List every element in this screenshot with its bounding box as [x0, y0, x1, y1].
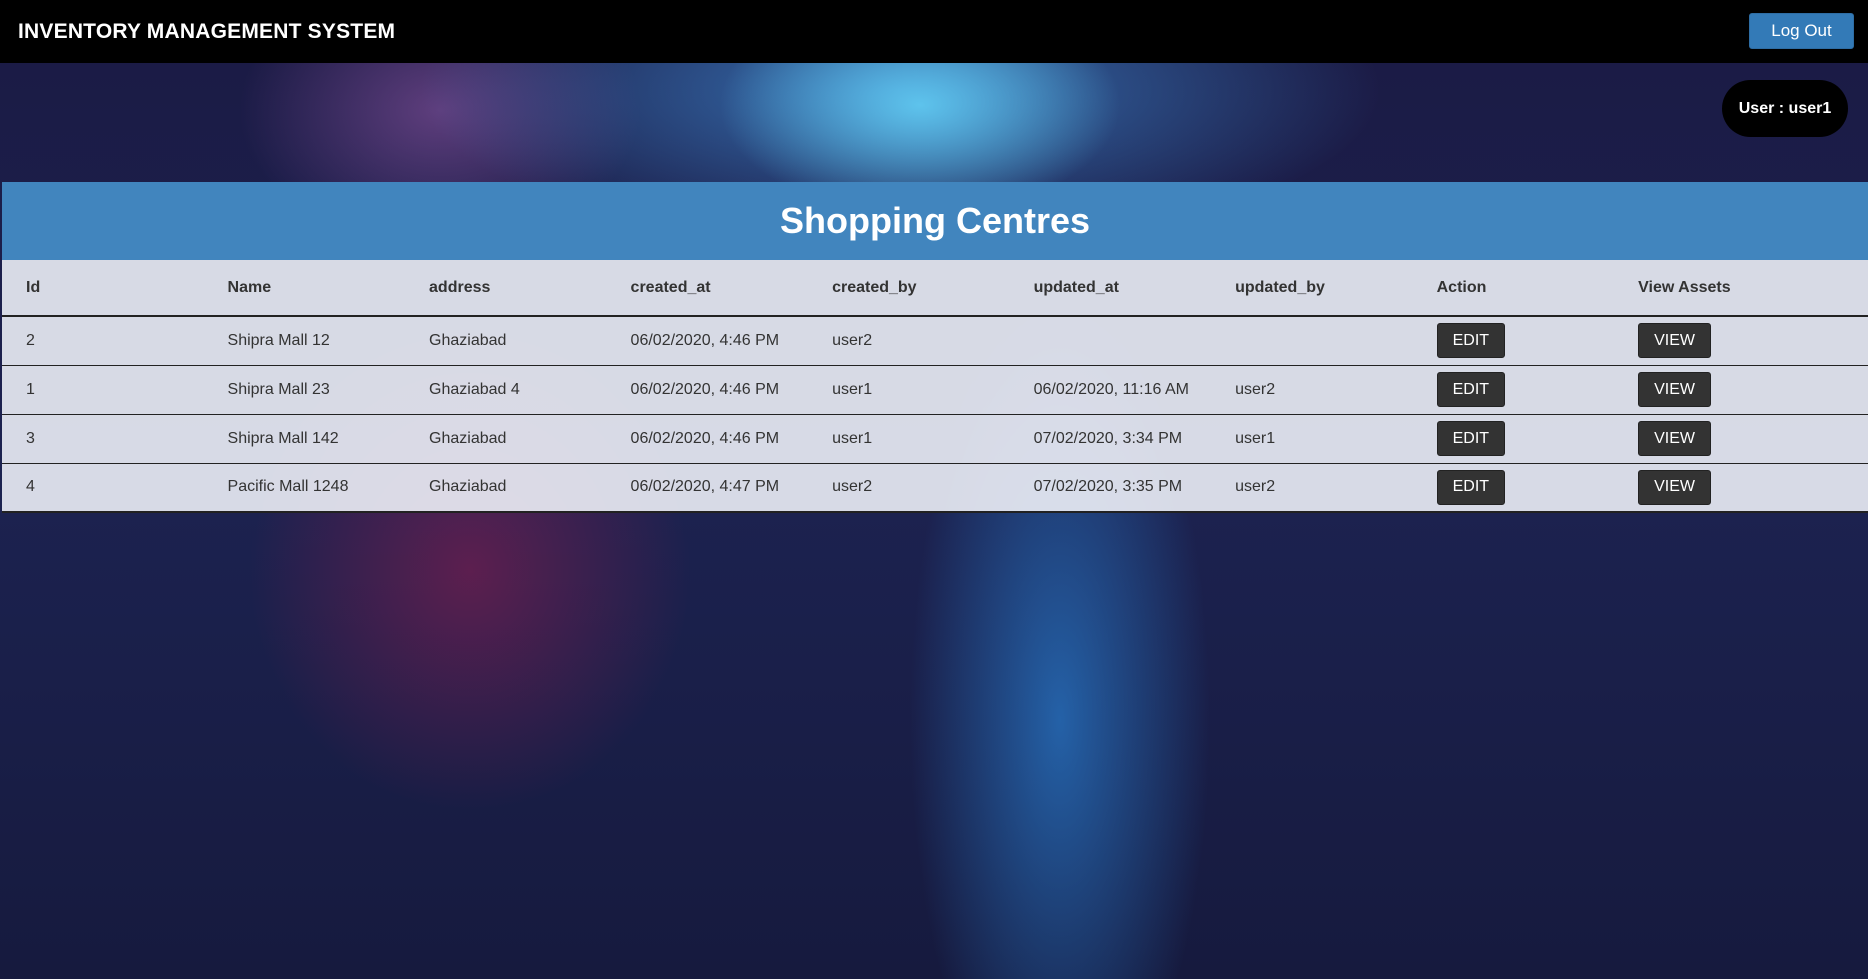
view-button[interactable]: VIEW: [1638, 469, 1712, 505]
cell-created-by: user1: [832, 429, 873, 447]
view-button[interactable]: VIEW: [1638, 372, 1712, 407]
top-navbar: INVENTORY MANAGEMENT SYSTEM Log Out: [0, 0, 1868, 63]
cell-updated-at: [1010, 316, 1212, 365]
cell-view-assets: VIEW: [1614, 463, 1868, 512]
table-row: 2 Shipra Mall 12 Ghaziabad 06/02/2020, 4…: [2, 316, 1868, 365]
app-title: INVENTORY MANAGEMENT SYSTEM: [18, 20, 396, 43]
cell-name: Shipra Mall 142: [227, 429, 339, 447]
cell-action: EDIT: [1413, 316, 1615, 365]
cell-id: 2: [26, 331, 35, 349]
edit-button[interactable]: EDIT: [1436, 323, 1506, 359]
cell-id: 3: [26, 429, 35, 447]
panel-header: Shopping Centres: [2, 182, 1868, 260]
cell-updated-by: user1: [1235, 429, 1276, 447]
cell-address: Ghaziabad: [429, 331, 507, 349]
page-title: Shopping Centres: [779, 200, 1090, 241]
cell-created-at: 06/02/2020, 4:46 PM: [630, 331, 780, 349]
view-button[interactable]: VIEW: [1638, 421, 1712, 456]
shopping-centres-panel: Shopping Centres Id Name address created…: [2, 182, 1868, 513]
cell-created-by: user2: [832, 478, 873, 496]
table-row: 4 Pacific Mall 1248 Ghaziabad 06/02/2020…: [2, 463, 1868, 512]
column-header-updated-by: updated_by: [1211, 260, 1413, 317]
cell-created-at: 06/02/2020, 4:47 PM: [630, 478, 780, 496]
cell-created-at: 06/02/2020, 4:46 PM: [630, 380, 780, 398]
cell-updated-at: 06/02/2020, 11:16 AM: [1033, 380, 1189, 398]
cell-created-by: user2: [832, 331, 873, 349]
column-header-updated-at: updated_at: [1009, 260, 1212, 317]
cell-updated-at: 07/02/2020, 3:35 PM: [1033, 478, 1183, 496]
column-header-view-assets: View Assets: [1614, 260, 1868, 317]
table-row: 3 Shipra Mall 142 Ghaziabad 06/02/2020, …: [2, 414, 1868, 463]
column-header-created-at: created_at: [606, 260, 809, 317]
cell-name: Pacific Mall 1248: [227, 478, 349, 496]
cell-action: EDIT: [1413, 463, 1615, 512]
cell-updated-by: user2: [1235, 380, 1276, 398]
cell-address: Ghaziabad: [429, 429, 507, 447]
edit-button[interactable]: EDIT: [1436, 469, 1506, 505]
column-header-action: Action: [1412, 260, 1615, 317]
table-row: 1 Shipra Mall 23 Ghaziabad 4 06/02/2020,…: [2, 365, 1868, 414]
cell-updated-at: 07/02/2020, 3:34 PM: [1033, 429, 1183, 447]
cell-action: EDIT: [1413, 365, 1615, 414]
cell-id: 4: [26, 478, 35, 496]
cell-address: Ghaziabad: [429, 478, 507, 496]
cell-view-assets: VIEW: [1614, 365, 1868, 414]
cell-created-at: 06/02/2020, 4:46 PM: [630, 429, 780, 447]
cell-address: Ghaziabad 4: [429, 380, 520, 398]
cell-name: Shipra Mall 12: [227, 331, 330, 349]
cell-updated-by: [1211, 316, 1413, 365]
column-header-name: Name: [203, 260, 406, 317]
user-badge: User : user1: [1722, 80, 1848, 137]
column-header-id: Id: [2, 260, 204, 317]
column-header-address: address: [405, 260, 607, 317]
table-header-row: Id Name address created_at created_by up…: [2, 260, 1868, 317]
cell-created-by: user1: [832, 380, 873, 398]
edit-button[interactable]: EDIT: [1436, 372, 1506, 407]
cell-view-assets: VIEW: [1614, 414, 1868, 463]
cell-action: EDIT: [1413, 414, 1615, 463]
shopping-centres-table: Id Name address created_at created_by up…: [2, 260, 1868, 513]
cell-id: 1: [26, 380, 35, 398]
cell-view-assets: VIEW: [1614, 316, 1868, 365]
cell-name: Shipra Mall 23: [227, 380, 330, 398]
edit-button[interactable]: EDIT: [1436, 421, 1506, 456]
logout-button[interactable]: Log Out: [1749, 13, 1854, 49]
column-header-created-by: created_by: [808, 260, 1010, 317]
cell-updated-by: user2: [1235, 478, 1276, 496]
view-button[interactable]: VIEW: [1638, 323, 1712, 359]
